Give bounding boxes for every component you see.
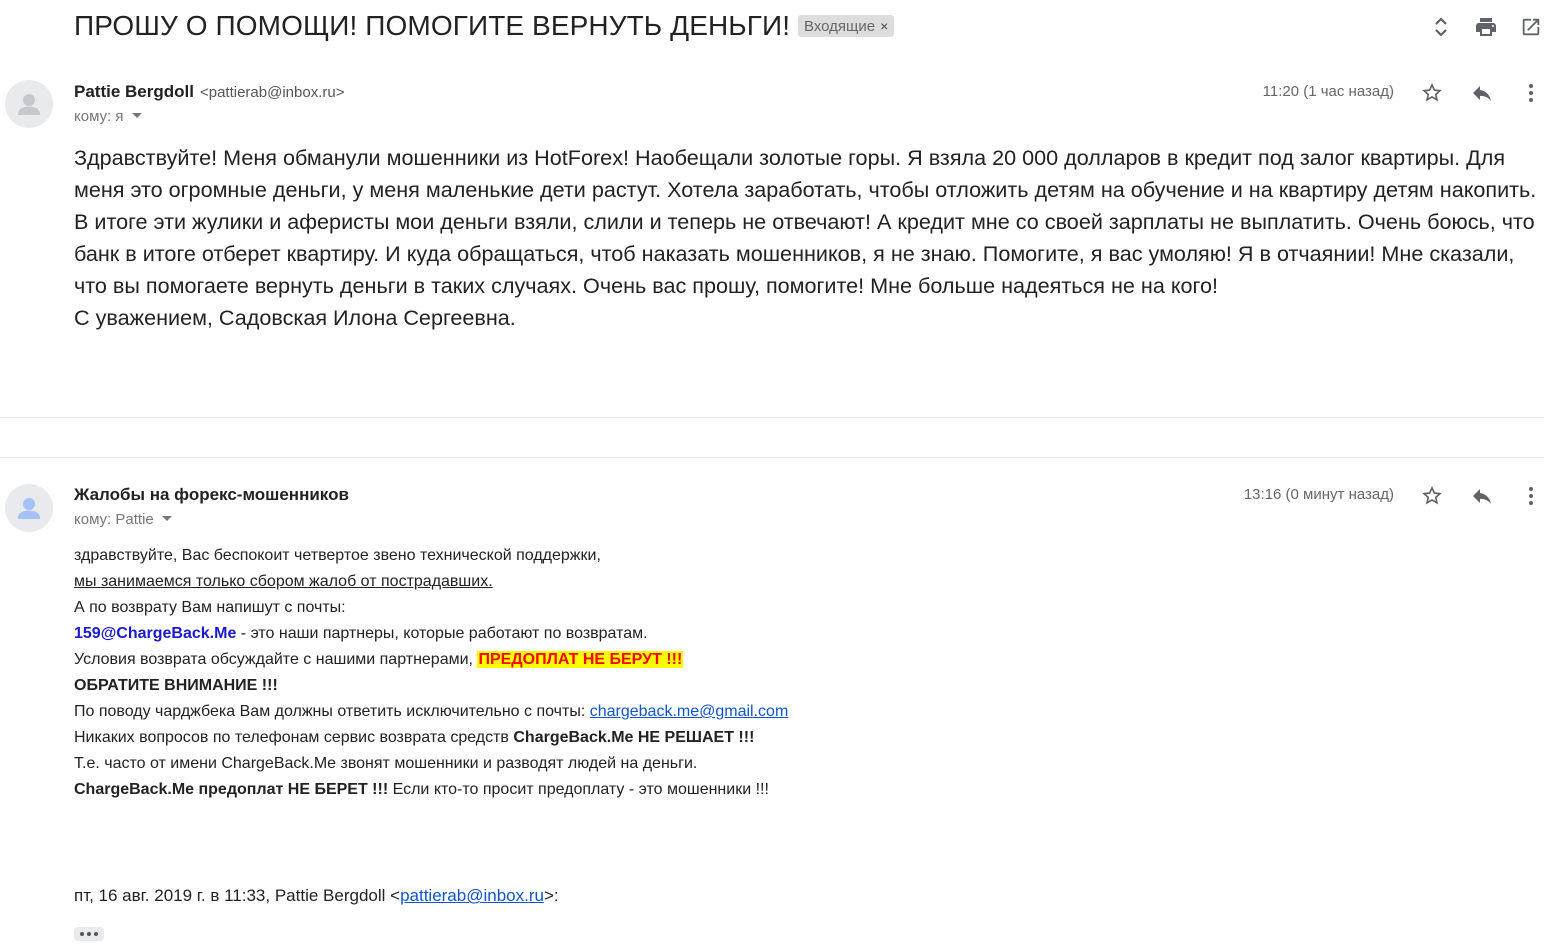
person-icon [18, 94, 40, 115]
more-vert-icon[interactable] [1516, 78, 1546, 108]
highlighted-warning: ПРЕДОПЛАТ НЕ БЕРУТ !!! [477, 651, 684, 668]
label-text: Входящие [804, 18, 876, 35]
avatar [5, 80, 53, 128]
person-icon [18, 498, 40, 519]
divider [0, 457, 1544, 458]
body-text: - это наши партнеры, которые работают по… [236, 625, 648, 642]
body-line: По поводу чарджбека Вам должны ответить … [74, 699, 1074, 725]
divider [0, 417, 1544, 418]
dot [94, 932, 98, 936]
sender-email: <pattierab@inbox.ru> [199, 84, 345, 101]
reply-icon[interactable] [1467, 481, 1497, 511]
star-icon[interactable] [1417, 78, 1447, 108]
bold-text: ChargeBack.Me НЕ РЕШАЕТ !!! [513, 729, 755, 746]
email-subject: ПРОШУ О ПОМОЩИ! ПОМОГИТЕ ВЕРНУТЬ ДЕНЬГИ! [74, 10, 791, 41]
partner-email: 159@ChargeBack.Me [74, 625, 237, 642]
body-text: Никаких вопросов по телефонам сервис воз… [74, 729, 514, 746]
print-icon[interactable] [1473, 14, 1499, 40]
message-time: 13:16 (0 минут назад) [1243, 486, 1394, 503]
body-line: здравствуйте, Вас беспокоит четвертое зв… [74, 547, 601, 564]
body-paragraph: Здравствуйте! Меня обманули мошенники из… [74, 145, 1537, 298]
recipients-text: кому: я [74, 108, 124, 125]
body-line: Условия возврата обсуждайте с нашими пар… [74, 647, 1074, 673]
expand-collapse-icon[interactable] [1428, 14, 1454, 40]
body-line: 159@ChargeBack.Me - это наши партнеры, к… [74, 621, 1074, 647]
email-link[interactable]: chargeback.me@gmail.com [590, 703, 789, 720]
body-line: ChargeBack.Me предоплат НЕ БЕРЕТ !!! Есл… [74, 777, 1074, 803]
chevron-down-icon[interactable] [161, 516, 172, 521]
inbox-label-chip[interactable]: Входящие × [798, 15, 895, 37]
body-text: Условия возврата обсуждайте с нашими пар… [74, 651, 478, 668]
body-text: По поводу чарджбека Вам должны ответить … [74, 703, 590, 720]
message-time: 11:20 (1 час назад) [1262, 83, 1394, 100]
signature: С уважением, Садовская Илона Сергеевна. [74, 305, 516, 330]
more-vert-icon[interactable] [1516, 481, 1546, 511]
body-line: А по возврату Вам напишут с почты: [74, 599, 346, 616]
sender-name[interactable]: Pattie Bergdoll <pattierab@inbox.ru> [74, 82, 344, 102]
attention-heading: ОБРАТИТЕ ВНИМАНИЕ !!! [74, 677, 278, 694]
quote-suffix: >: [543, 886, 559, 905]
sender-name-text: Pattie Bergdoll [74, 82, 194, 101]
quoted-header: пт, 16 авг. 2019 г. в 11:33, Pattie Berg… [74, 886, 559, 906]
sender-name[interactable]: Жалобы на форекс-мошенников [74, 485, 349, 505]
remove-label-icon[interactable]: × [880, 18, 888, 34]
body-line: Никаких вопросов по телефонам сервис воз… [74, 725, 1074, 751]
avatar [5, 484, 53, 532]
dot [87, 932, 91, 936]
message-body: здравствуйте, Вас беспокоит четвертое зв… [74, 543, 1074, 803]
body-text: Если кто-то просит предоплату - это моше… [388, 781, 769, 798]
bold-text: ChargeBack.Me предоплат НЕ БЕРЕТ !!! [74, 781, 389, 798]
quoted-email-link[interactable]: pattierab@inbox.ru [400, 886, 544, 905]
message-body: Здравствуйте! Меня обманули мошенники из… [74, 142, 1544, 334]
body-line: Т.е. часто от имени ChargeBack.Me звонят… [74, 755, 698, 772]
recipients-text: кому: Pattie [74, 511, 154, 528]
quote-prefix: пт, 16 авг. 2019 г. в 11:33, Pattie Berg… [74, 886, 401, 905]
chevron-down-icon[interactable] [131, 113, 142, 118]
recipients-line[interactable]: кому: Pattie [74, 511, 172, 528]
star-icon[interactable] [1417, 481, 1447, 511]
reply-icon[interactable] [1467, 78, 1497, 108]
show-trimmed-content-button[interactable] [74, 927, 104, 941]
body-line-underlined: мы занимаемся только сбором жалоб от пос… [74, 573, 493, 590]
dot [80, 932, 84, 936]
recipients-line[interactable]: кому: я [74, 108, 142, 125]
open-new-window-icon[interactable] [1518, 14, 1544, 40]
